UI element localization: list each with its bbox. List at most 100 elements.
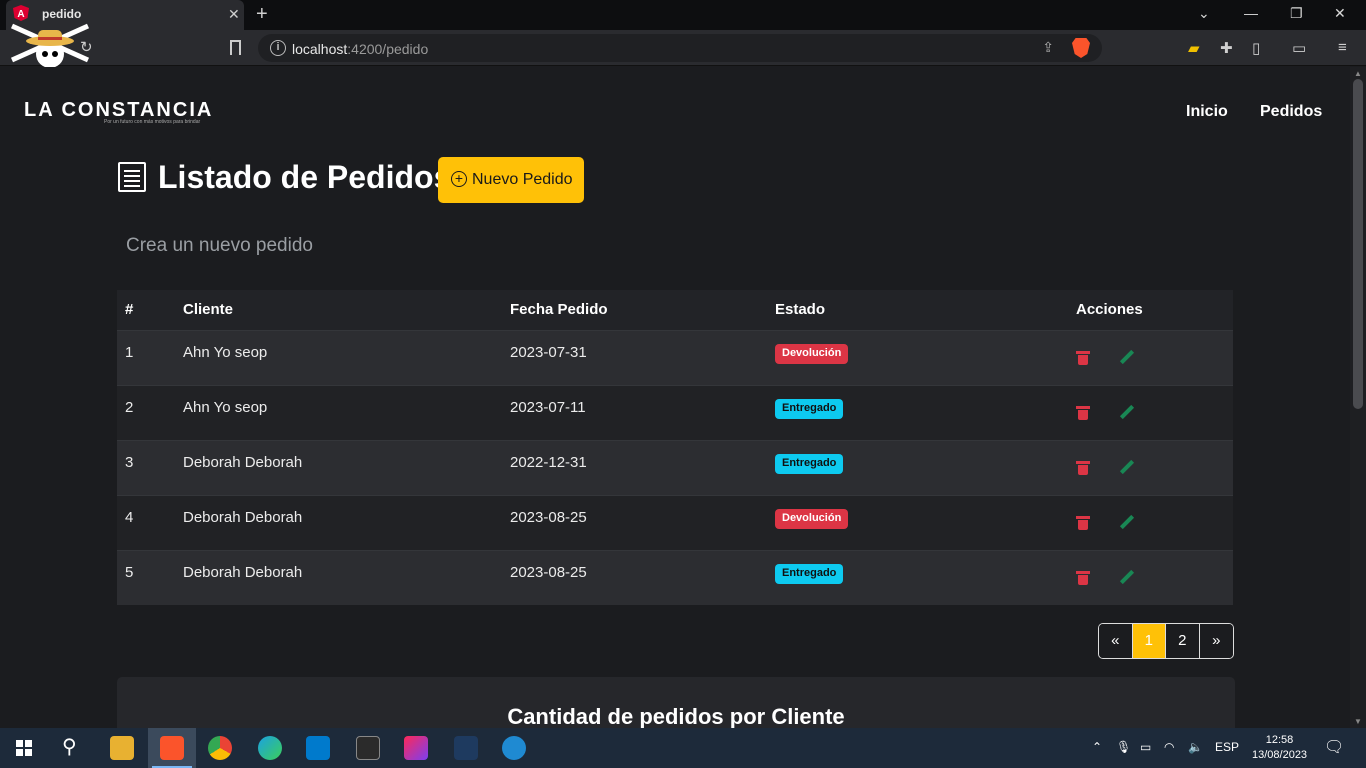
pencil-icon[interactable]	[1119, 349, 1135, 365]
status-badge: Entregado	[775, 564, 844, 584]
browser-tab-bar: A pedido ✕ + ⌄ — ❐ ✕	[0, 0, 1366, 30]
page-subtitle: Crea un nuevo pedido	[126, 235, 313, 256]
extensions-icon[interactable]: ✚	[1220, 39, 1233, 57]
clock[interactable]: 12:58 13/08/2023	[1252, 733, 1307, 763]
table-row: 4 Deborah Deborah 2023-08-25 Devolución	[117, 495, 1233, 550]
page-scrollbar[interactable]: ▲ ▼	[1350, 67, 1366, 728]
volume-icon[interactable]: 🔈	[1188, 740, 1203, 754]
browser-toolbar: ↻ i localhost:4200/pedido ⇪ ▰ ✚ ▯ ▭ ≡	[0, 23, 1366, 68]
tab-close-icon[interactable]: ✕	[228, 6, 240, 23]
trash-icon[interactable]	[1076, 406, 1090, 420]
menu-icon[interactable]: ≡	[1338, 39, 1347, 56]
table-row: 3 Deborah Deborah 2022-12-31 Entregado	[117, 440, 1233, 495]
trash-icon[interactable]	[1076, 351, 1090, 365]
intellij-icon[interactable]	[404, 736, 428, 760]
brave-browser-icon[interactable]	[160, 736, 184, 760]
card-title: Cantidad de pedidos por Cliente	[507, 704, 845, 728]
share-icon[interactable]: ⇪	[1042, 39, 1054, 56]
status-badge: Devolución	[775, 344, 849, 364]
minimize-button[interactable]: —	[1244, 5, 1258, 21]
status-badge: Devolución	[775, 509, 849, 529]
header-id: #	[125, 301, 134, 318]
close-window-button[interactable]: ✕	[1334, 5, 1346, 22]
cell-id: 5	[125, 564, 134, 581]
windows-start-icon[interactable]	[16, 740, 32, 756]
cell-fecha: 2023-08-25	[510, 564, 587, 581]
new-order-button[interactable]: + Nuevo Pedido	[438, 157, 584, 203]
pencil-icon[interactable]	[1119, 459, 1135, 475]
pagination-next[interactable]: »	[1199, 624, 1233, 658]
nav-link-pedidos[interactable]: Pedidos	[1260, 103, 1322, 121]
search-icon[interactable]: ⚲	[62, 734, 77, 759]
cell-cliente: Ahn Yo seop	[183, 344, 268, 361]
status-badge: Entregado	[775, 399, 844, 419]
table-row: 2 Ahn Yo seop 2023-07-11 Entregado	[117, 385, 1233, 440]
plus-circle-icon: +	[451, 171, 467, 187]
scroll-up-icon[interactable]: ▲	[1354, 69, 1362, 78]
sidebar-icon[interactable]: ▯	[1252, 39, 1260, 57]
nav-link-inicio[interactable]: Inicio	[1186, 103, 1228, 121]
app-icon[interactable]	[502, 736, 526, 760]
brand-tagline: Por un futuro con más motivos para brind…	[104, 119, 201, 125]
url-text[interactable]: localhost:4200/pedido	[292, 41, 428, 57]
status-badge: Entregado	[775, 454, 844, 474]
table-row: 1 Ahn Yo seop 2023-07-31 Devolución	[117, 330, 1233, 385]
pagination-page-1[interactable]: 1	[1132, 624, 1166, 658]
cell-fecha: 2023-07-31	[510, 344, 587, 361]
new-tab-button[interactable]: +	[256, 3, 268, 26]
language-indicator[interactable]: ESP	[1215, 740, 1239, 754]
scroll-down-icon[interactable]: ▼	[1354, 717, 1362, 726]
list-icon	[118, 162, 146, 192]
header-fecha: Fecha Pedido	[510, 301, 608, 318]
windows-taskbar: ⚲ ⌃ 🎙 ▭ ◠ 🔈 ESP 12:58 13/08/2023 🗨	[0, 728, 1366, 768]
cell-fecha: 2023-07-11	[510, 399, 586, 416]
pencil-icon[interactable]	[1119, 514, 1135, 530]
tray-chevron-up-icon[interactable]: ⌃	[1092, 740, 1102, 754]
cell-id: 2	[125, 399, 134, 416]
chrome-icon[interactable]	[208, 736, 232, 760]
tab-search-chevron-icon[interactable]: ⌄	[1198, 5, 1210, 22]
wallet-icon[interactable]: ▭	[1292, 39, 1306, 57]
trash-icon[interactable]	[1076, 461, 1090, 475]
page-title: Listado de Pedidos	[158, 159, 452, 195]
edge-icon[interactable]	[258, 736, 282, 760]
pagination: « 1 2 »	[1098, 623, 1234, 659]
wallet-ext-icon[interactable]: ▰	[1188, 39, 1200, 57]
cell-fecha: 2022-12-31	[510, 454, 587, 471]
trash-icon[interactable]	[1076, 571, 1090, 585]
scroll-thumb[interactable]	[1353, 79, 1363, 409]
file-explorer-icon[interactable]	[110, 736, 134, 760]
pencil-icon[interactable]	[1119, 569, 1135, 585]
header-acciones: Acciones	[1076, 301, 1143, 318]
vscode-icon[interactable]	[306, 736, 330, 760]
reload-icon[interactable]: ↻	[80, 38, 93, 56]
orders-table: # Cliente Fecha Pedido Estado Acciones 1…	[117, 290, 1233, 605]
battery-icon[interactable]: ▭	[1140, 740, 1151, 754]
microphone-icon[interactable]: 🎙	[1116, 740, 1131, 754]
orders-per-client-card: Cantidad de pedidos por Cliente	[117, 677, 1235, 728]
notifications-icon[interactable]: 🗨	[1324, 737, 1344, 757]
cell-cliente: Ahn Yo seop	[183, 399, 268, 416]
pagination-prev[interactable]: «	[1099, 624, 1133, 658]
clock-time: 12:58	[1265, 734, 1294, 746]
new-order-label: Nuevo Pedido	[472, 171, 573, 188]
header-estado: Estado	[775, 301, 826, 318]
pencil-icon[interactable]	[1119, 404, 1135, 420]
terminal-icon[interactable]	[356, 736, 380, 760]
cell-id: 1	[125, 344, 134, 361]
bookmark-icon[interactable]	[230, 40, 241, 55]
site-info-icon[interactable]: i	[270, 40, 286, 56]
cell-fecha: 2023-08-25	[510, 509, 587, 526]
maximize-button[interactable]: ❐	[1290, 5, 1303, 22]
deploy-app-icon[interactable]	[454, 736, 478, 760]
cell-cliente: Deborah Deborah	[183, 564, 303, 581]
brave-shields-icon[interactable]	[1072, 38, 1090, 58]
table-row: 5 Deborah Deborah 2023-08-25 Entregado	[117, 550, 1233, 605]
pagination-page-2[interactable]: 2	[1166, 624, 1200, 658]
wifi-icon[interactable]: ◠	[1164, 740, 1174, 754]
cell-cliente: Deborah Deborah	[183, 509, 303, 526]
cell-cliente: Deborah Deborah	[183, 454, 303, 471]
address-bar[interactable]: i localhost:4200/pedido ⇪	[258, 34, 1102, 62]
trash-icon[interactable]	[1076, 516, 1090, 530]
table-header: # Cliente Fecha Pedido Estado Acciones	[117, 290, 1233, 330]
